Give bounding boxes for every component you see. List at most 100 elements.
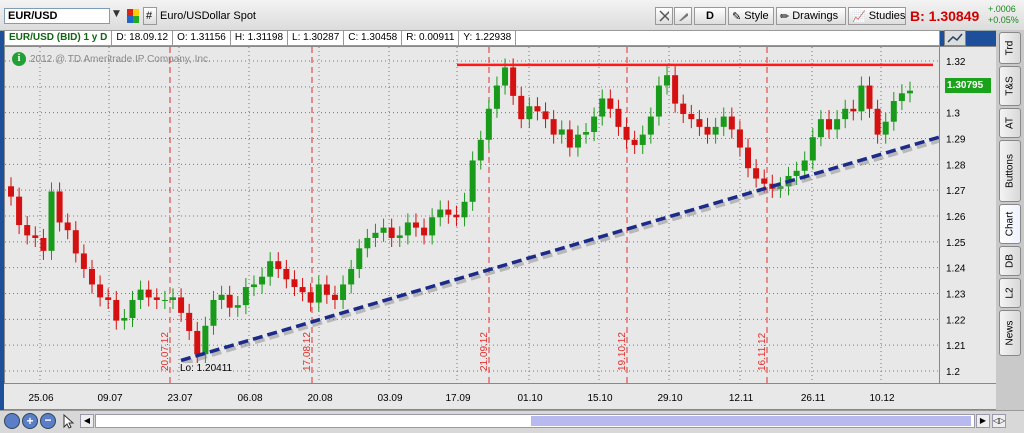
candle-body <box>202 325 209 355</box>
candle-body <box>388 227 395 238</box>
side-tab-panel: Trd T&S AT Buttons Chart DB L2 News <box>996 30 1024 410</box>
candle-body <box>153 297 160 300</box>
candle-body <box>364 237 371 249</box>
pointer-icon[interactable] <box>60 413 76 429</box>
candle-body <box>356 248 363 269</box>
scrollbar-thumb[interactable] <box>531 416 971 426</box>
tab-news[interactable]: News <box>999 310 1021 356</box>
candle-body <box>696 119 703 127</box>
candle-body <box>283 268 290 280</box>
net-change: +.0006 <box>988 4 1016 14</box>
candle-body <box>145 289 152 298</box>
symbol-dropdown-icon[interactable]: ▼ <box>113 9 123 23</box>
zoom-out-icon[interactable]: − <box>40 413 56 429</box>
tab-db[interactable]: DB <box>999 246 1021 276</box>
candle-body <box>380 227 387 233</box>
candle-body <box>250 284 257 288</box>
chart-settings-icon[interactable] <box>944 30 966 46</box>
candle-body <box>874 108 881 135</box>
percent-change: +0.05% <box>988 15 1019 25</box>
candle-body <box>48 191 55 251</box>
drawing-tool-icon[interactable] <box>674 7 692 25</box>
price-tick-label: 1.32 <box>946 57 966 68</box>
ohlc-info-bar: EUR/USD (BID) 1 y D D: 18.09.12 O: 1.311… <box>4 30 940 46</box>
candle-body <box>121 318 128 321</box>
candle-body <box>226 294 233 308</box>
candle-body <box>510 67 517 96</box>
price-axis[interactable]: 1.2 1.21 1.22 1.23 1.24 1.25 1.26 1.27 1.28 1.29 1… <box>940 46 996 384</box>
hash-button[interactable]: # <box>143 7 157 25</box>
info-icon[interactable]: i <box>12 52 26 66</box>
symbol-input[interactable]: EUR/USD <box>4 8 110 24</box>
time-scrollbar[interactable] <box>95 414 975 428</box>
candle-body <box>72 230 79 254</box>
expand-space-icon[interactable]: ◁▷ <box>992 414 1006 428</box>
candle-body <box>566 129 573 148</box>
candle-body <box>242 287 249 306</box>
candle-body <box>412 222 419 228</box>
candle-body <box>591 116 598 133</box>
candle-body <box>882 121 889 135</box>
candle-body <box>599 98 606 117</box>
candle-body <box>761 178 768 184</box>
candle-body <box>793 170 800 176</box>
candle-body <box>194 330 201 355</box>
tab-chart[interactable]: Chart <box>999 204 1021 244</box>
crosshair-icon[interactable] <box>655 7 673 25</box>
price-tick-label: 1.27 <box>946 186 966 197</box>
tab-ts-label: T&S <box>1004 76 1016 96</box>
candle-body <box>623 126 630 140</box>
tab-l2[interactable]: L2 <box>999 278 1021 308</box>
scroll-right-icon[interactable]: ▶ <box>976 414 990 428</box>
candle-body <box>647 116 654 135</box>
candle-body <box>655 85 662 117</box>
candle-body <box>267 261 274 277</box>
candle-body <box>8 186 14 197</box>
price-tick-label: 1.21 <box>946 341 966 352</box>
price-axis-labels: 1.2 1.21 1.22 1.23 1.24 1.25 1.26 1.27 1.28 1.29 1… <box>946 57 966 378</box>
candle-body <box>664 75 671 86</box>
tab-buttons[interactable]: Buttons <box>999 140 1021 202</box>
candle-body <box>712 126 719 135</box>
studies-button[interactable]: 📈 Studies <box>848 7 906 25</box>
candle-body <box>40 237 47 251</box>
candle-body <box>16 196 23 226</box>
zoom-in-icon[interactable]: + <box>22 413 38 429</box>
candle-body <box>736 129 743 148</box>
style-button[interactable]: ✎ Style <box>728 7 774 25</box>
drawings-button[interactable]: ✏ Drawings <box>776 7 846 25</box>
candle-body <box>178 297 185 313</box>
candle-body <box>607 98 614 109</box>
link-colors-icon[interactable] <box>127 9 139 23</box>
price-tick-label: 1.23 <box>946 290 966 301</box>
zoom-fit-icon[interactable] <box>4 413 20 429</box>
tab-trd[interactable]: Trd <box>999 32 1021 64</box>
candle-body <box>866 85 873 109</box>
tab-at[interactable]: AT <box>999 108 1021 138</box>
candle-body <box>331 294 338 300</box>
date-tick-label: 01.10 <box>517 393 542 404</box>
tab-buttons-label: Buttons <box>1004 154 1016 188</box>
price-chart[interactable]: 20.07.12 17.08.12 21.09.12 19.10.12 16.11.12 <box>4 46 940 384</box>
candle-body <box>445 209 452 215</box>
candle-body <box>583 132 590 135</box>
candle-body <box>64 222 71 231</box>
tab-at-label: AT <box>1004 116 1016 130</box>
scroll-left-icon[interactable]: ◀ <box>80 414 94 428</box>
candle-body <box>502 67 509 86</box>
tab-l2-label: L2 <box>1004 287 1016 299</box>
candle-body <box>720 116 727 127</box>
candle-body <box>834 119 841 130</box>
chart-title: EUR/USD (BID) 1 y D <box>5 31 113 45</box>
candle-body <box>907 90 913 94</box>
candle-body <box>615 108 622 127</box>
date-axis[interactable]: 25.06 09.07 23.07 06.08 20.08 03.09 17.09 01.10… <box>4 384 996 410</box>
date-tick-label: 03.09 <box>377 393 402 404</box>
candle-body <box>817 119 824 138</box>
tab-time-and-sales[interactable]: T&S <box>999 66 1021 106</box>
candle-body <box>704 126 711 135</box>
studies-icon: 📈 <box>852 10 866 23</box>
daily-button[interactable]: D <box>694 7 726 25</box>
studies-label: Studies <box>868 10 906 22</box>
candle-body <box>550 119 557 135</box>
